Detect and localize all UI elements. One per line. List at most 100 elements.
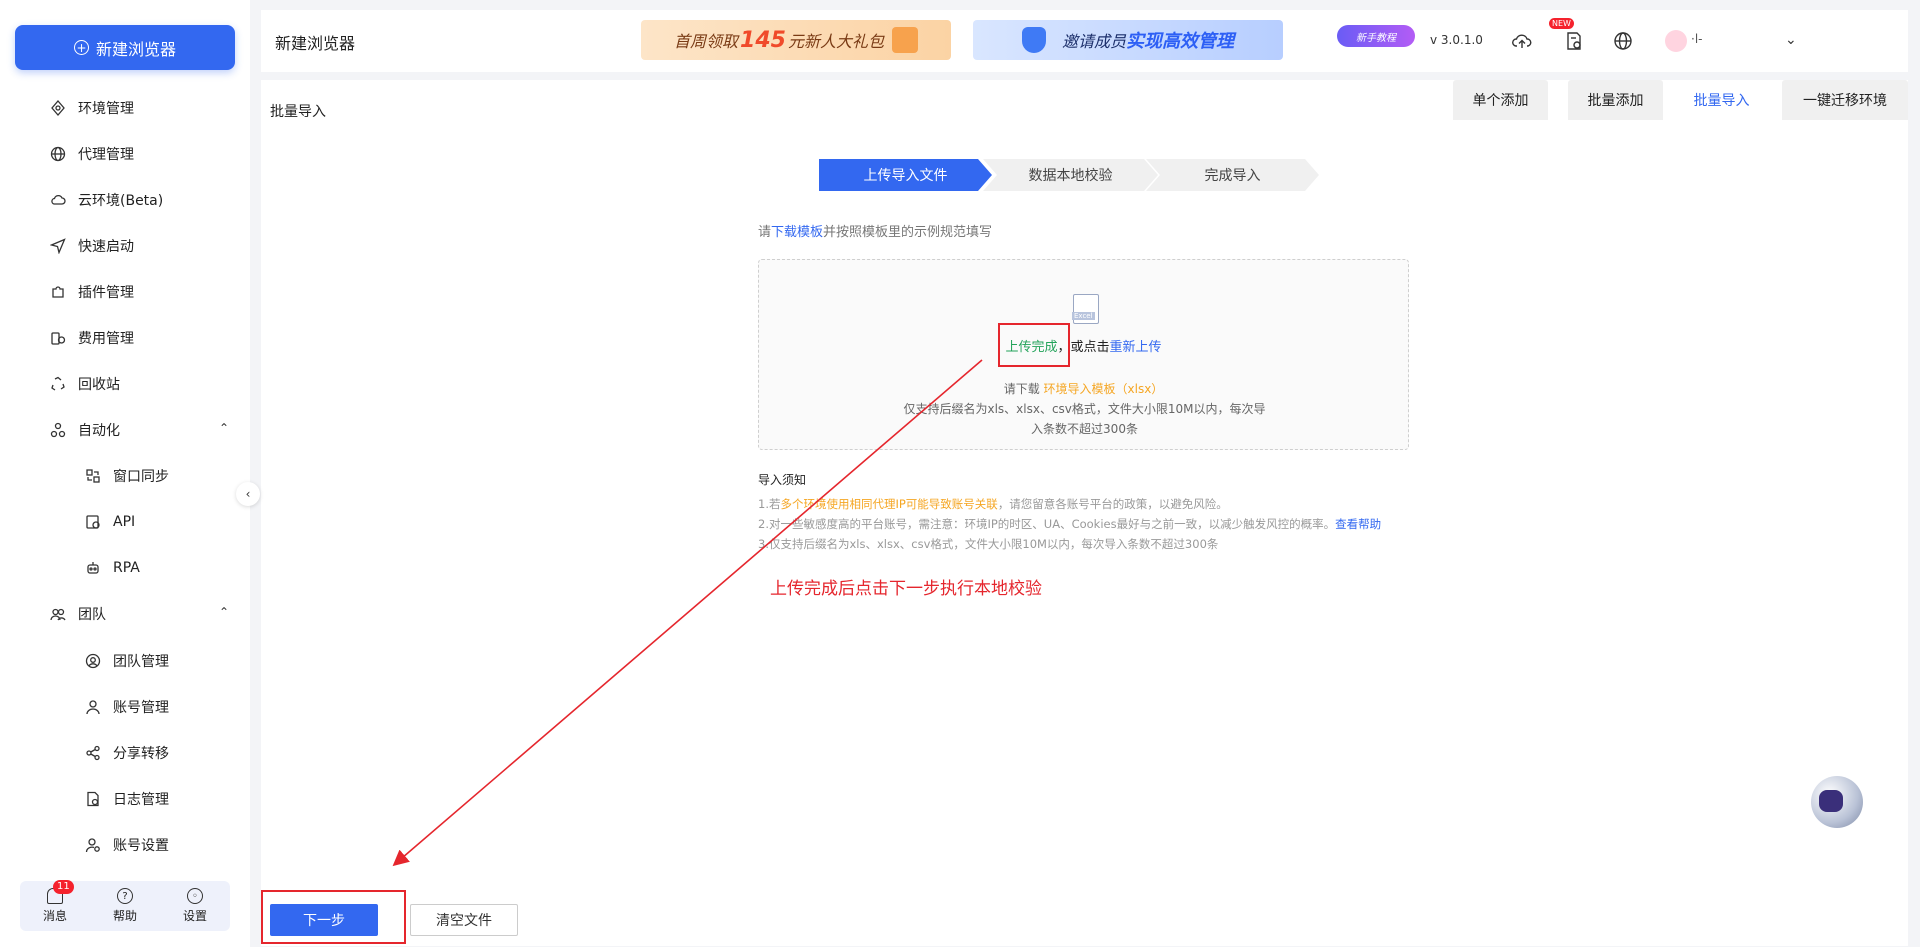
automation-icon [50,422,66,438]
note-1: 1.若多个环境使用相同代理IP可能导致账号关联，请您留意各账号平台的政策，以避免… [758,496,1228,512]
sidebar-item-api[interactable]: API [85,510,135,534]
file-type-label: Excel [1072,312,1095,320]
next-step-button[interactable]: 下一步 [270,904,378,936]
view-help-link[interactable]: 查看帮助 [1335,517,1381,531]
step-complete: 完成导入 [1146,159,1319,191]
document-clock-icon[interactable] [1563,30,1585,52]
sidebar-item-proxy[interactable]: 代理管理 [50,142,134,166]
user-icon [85,699,101,715]
user-settings-icon [85,837,101,853]
chevron-down-icon[interactable]: ⌄ [1785,32,1797,48]
section-title: 批量导入 [270,104,326,120]
window-sync-icon [85,468,101,484]
coins-icon [50,330,66,346]
excel-file-icon: Excel [1072,294,1099,324]
upload-status: 上传完成，或点击重新上传 [759,336,1408,355]
share-icon [85,745,101,761]
sidebar-collapse-button[interactable]: ‹ [236,482,260,506]
chevron-up-icon[interactable]: ⌃ [219,421,229,435]
environment-icon [50,100,66,116]
clear-file-button[interactable]: 清空文件 [410,904,518,936]
new-browser-label: 新建浏览器 [95,39,176,59]
sidebar-bottom-bar: 11 消息 ? 帮助 ◦ 设置 [20,880,230,931]
messages-label: 消息 [42,909,67,923]
note-text: 2.对一些敏感度高的平台账号，需注意：环境IP的时区、UA、Cookies最好与… [758,517,1336,531]
chevron-left-icon: ‹ [245,487,251,501]
sidebar-item-account-settings[interactable]: 账号设置 [85,833,169,857]
robot-icon [85,560,101,576]
upload-dropzone[interactable]: Excel 上传完成，或点击重新上传 请下载 环境导入模板（xlsx） 仅支持后… [758,259,1409,450]
new-browser-button[interactable]: + 新建浏览器 [15,25,235,70]
assistant-robot-icon[interactable] [1811,776,1863,828]
username: ·l- [1691,32,1703,46]
sidebar: + 新建浏览器 环境管理 代理管理 云环境(Beta) 快速启动 插件管理 费用… [0,0,250,947]
sidebar-item-rpa[interactable]: RPA [85,556,140,580]
messages-badge: 11 [52,880,74,894]
puzzle-icon [50,284,66,300]
note-3: 3.仅支持后缀名为xls、xlsx、csv格式，文件大小限10M以内，每次导入条… [758,537,1219,551]
promo-banner-invite[interactable]: 邀请成员 实现高效管理 [973,20,1283,60]
sidebar-item-cloud[interactable]: 云环境(Beta) [50,188,163,212]
annotation-text: 上传完成后点击下一步执行本地校验 [770,579,1042,599]
promo-banner-gift[interactable]: 首周领取 145 元新人大礼包 [641,20,951,60]
cloud-upload-icon[interactable] [1511,30,1533,52]
reupload-link[interactable]: 重新上传 [1110,340,1162,355]
sidebar-item-recycle[interactable]: 回收站 [50,372,120,396]
sidebar-item-team[interactable]: 团队 [50,602,106,626]
header: 新建浏览器 首周领取 145 元新人大礼包 邀请成员 实现高效管理 新手教程 v… [261,10,1908,72]
sidebar-item-automation[interactable]: 自动化 [50,418,120,442]
banner-highlight: 实现高效管理 [1126,31,1234,52]
tab-batch-import[interactable]: 批量导入 [1674,80,1769,120]
cloud-icon [50,192,66,208]
tab-migrate[interactable]: 一键迁移环境 [1782,80,1908,120]
download-template-link[interactable]: 下载模板 [771,225,823,240]
help-label: 帮助 [112,909,137,923]
chevron-up-icon[interactable]: ⌃ [219,605,229,619]
sidebar-item-billing[interactable]: 费用管理 [50,326,134,350]
sidebar-item-label: 插件管理 [78,285,134,301]
sidebar-item-team-manage[interactable]: 团队管理 [85,649,169,673]
step-validate: 数据本地校验 [983,159,1158,191]
plus-circle-icon: + [73,40,89,55]
sidebar-item-label: RPA [113,560,140,576]
send-icon [50,238,66,254]
file-limit-text: 仅支持后缀名为xls、xlsx、csv格式，文件大小限10M以内，每次导入条数不… [903,402,1266,436]
template-text: 请下载 [1003,382,1044,396]
sidebar-item-label: 代理管理 [78,147,134,163]
note-text: 1.若 [758,497,781,511]
team-manage-icon [85,653,101,669]
sidebar-item-label: 回收站 [78,377,120,393]
sidebar-item-plugins[interactable]: 插件管理 [50,280,134,304]
tab-single-add[interactable]: 单个添加 [1453,80,1548,120]
template-hint: 请下载模板并按照模板里的示例规范填写 [758,221,992,240]
step-upload: 上传导入文件 [819,159,992,191]
avatar[interactable] [1665,30,1687,52]
note-2: 2.对一些敏感度高的平台账号，需注意：环境IP的时区、UA、Cookies最好与… [758,516,1381,532]
new-tag: NEW [1549,18,1574,29]
sidebar-item-accounts[interactable]: 账号管理 [85,695,169,719]
sidebar-item-label: 自动化 [78,423,120,439]
help-button[interactable]: ? 帮助 [113,888,137,924]
sidebar-item-label: 费用管理 [78,331,134,347]
sidebar-item-label: 账号设置 [113,838,169,854]
gift-icon [891,27,918,53]
help-icon: ? [116,888,133,904]
sidebar-item-quickstart[interactable]: 快速启动 [50,234,134,258]
footer-actions: 下一步 清空文件 [261,890,1908,946]
sidebar-item-label: 团队管理 [113,654,169,670]
sidebar-item-logs[interactable]: 日志管理 [85,787,169,811]
messages-button[interactable]: 11 消息 [42,880,74,924]
hint-text: 并按照模板里的示例规范填写 [823,225,993,240]
tutorial-button[interactable]: 新手教程 [1337,25,1415,47]
sidebar-item-window-sync[interactable]: 窗口同步 [85,464,169,488]
settings-button[interactable]: ◦ 设置 [183,888,207,924]
tab-batch-add[interactable]: 批量添加 [1568,80,1663,120]
globe-icon[interactable] [1612,30,1634,52]
version-label: v 3.0.1.0 [1430,33,1483,47]
globe-icon [50,146,66,162]
banner-text: 首周领取 [674,32,739,51]
sidebar-item-environment[interactable]: 环境管理 [50,96,134,120]
env-template-link[interactable]: 环境导入模板（xlsx） [1044,382,1164,396]
sidebar-item-share[interactable]: 分享转移 [85,741,169,765]
sidebar-item-label: 云环境(Beta) [78,193,164,209]
